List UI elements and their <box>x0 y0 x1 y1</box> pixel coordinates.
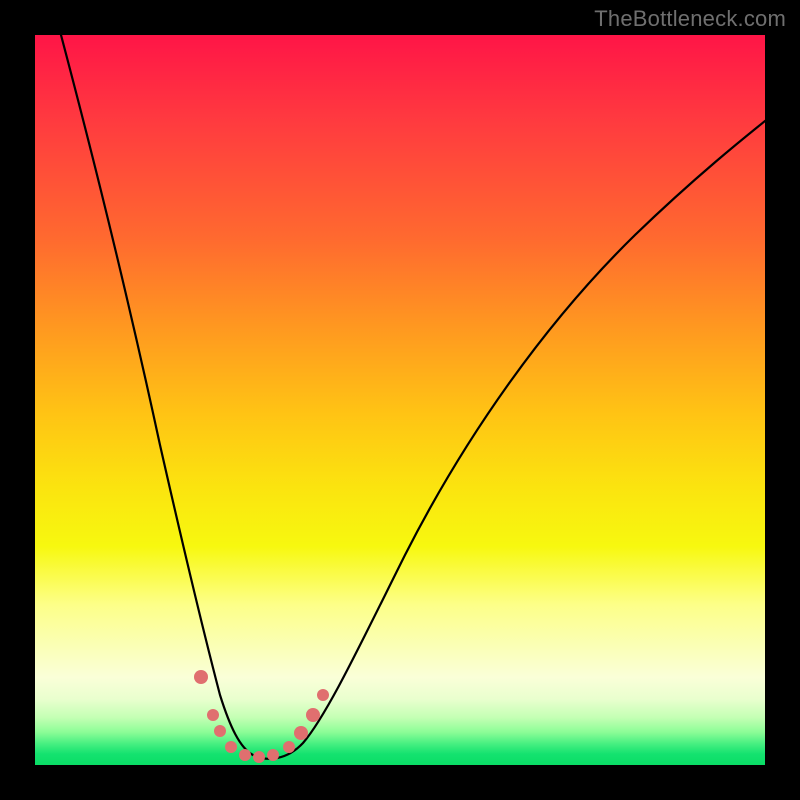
watermark-text: TheBottleneck.com <box>594 6 786 32</box>
data-marker <box>253 751 265 763</box>
data-marker <box>267 749 279 761</box>
data-marker <box>207 709 219 721</box>
data-marker <box>294 726 308 740</box>
marker-group <box>194 670 329 763</box>
data-marker <box>194 670 208 684</box>
plot-area <box>35 35 765 765</box>
data-marker <box>214 725 226 737</box>
data-marker <box>239 749 251 761</box>
bottleneck-curve <box>45 35 765 759</box>
curve-layer <box>35 35 765 765</box>
data-marker <box>306 708 320 722</box>
chart-frame: TheBottleneck.com <box>0 0 800 800</box>
data-marker <box>317 689 329 701</box>
data-marker <box>225 741 237 753</box>
data-marker <box>283 741 295 753</box>
